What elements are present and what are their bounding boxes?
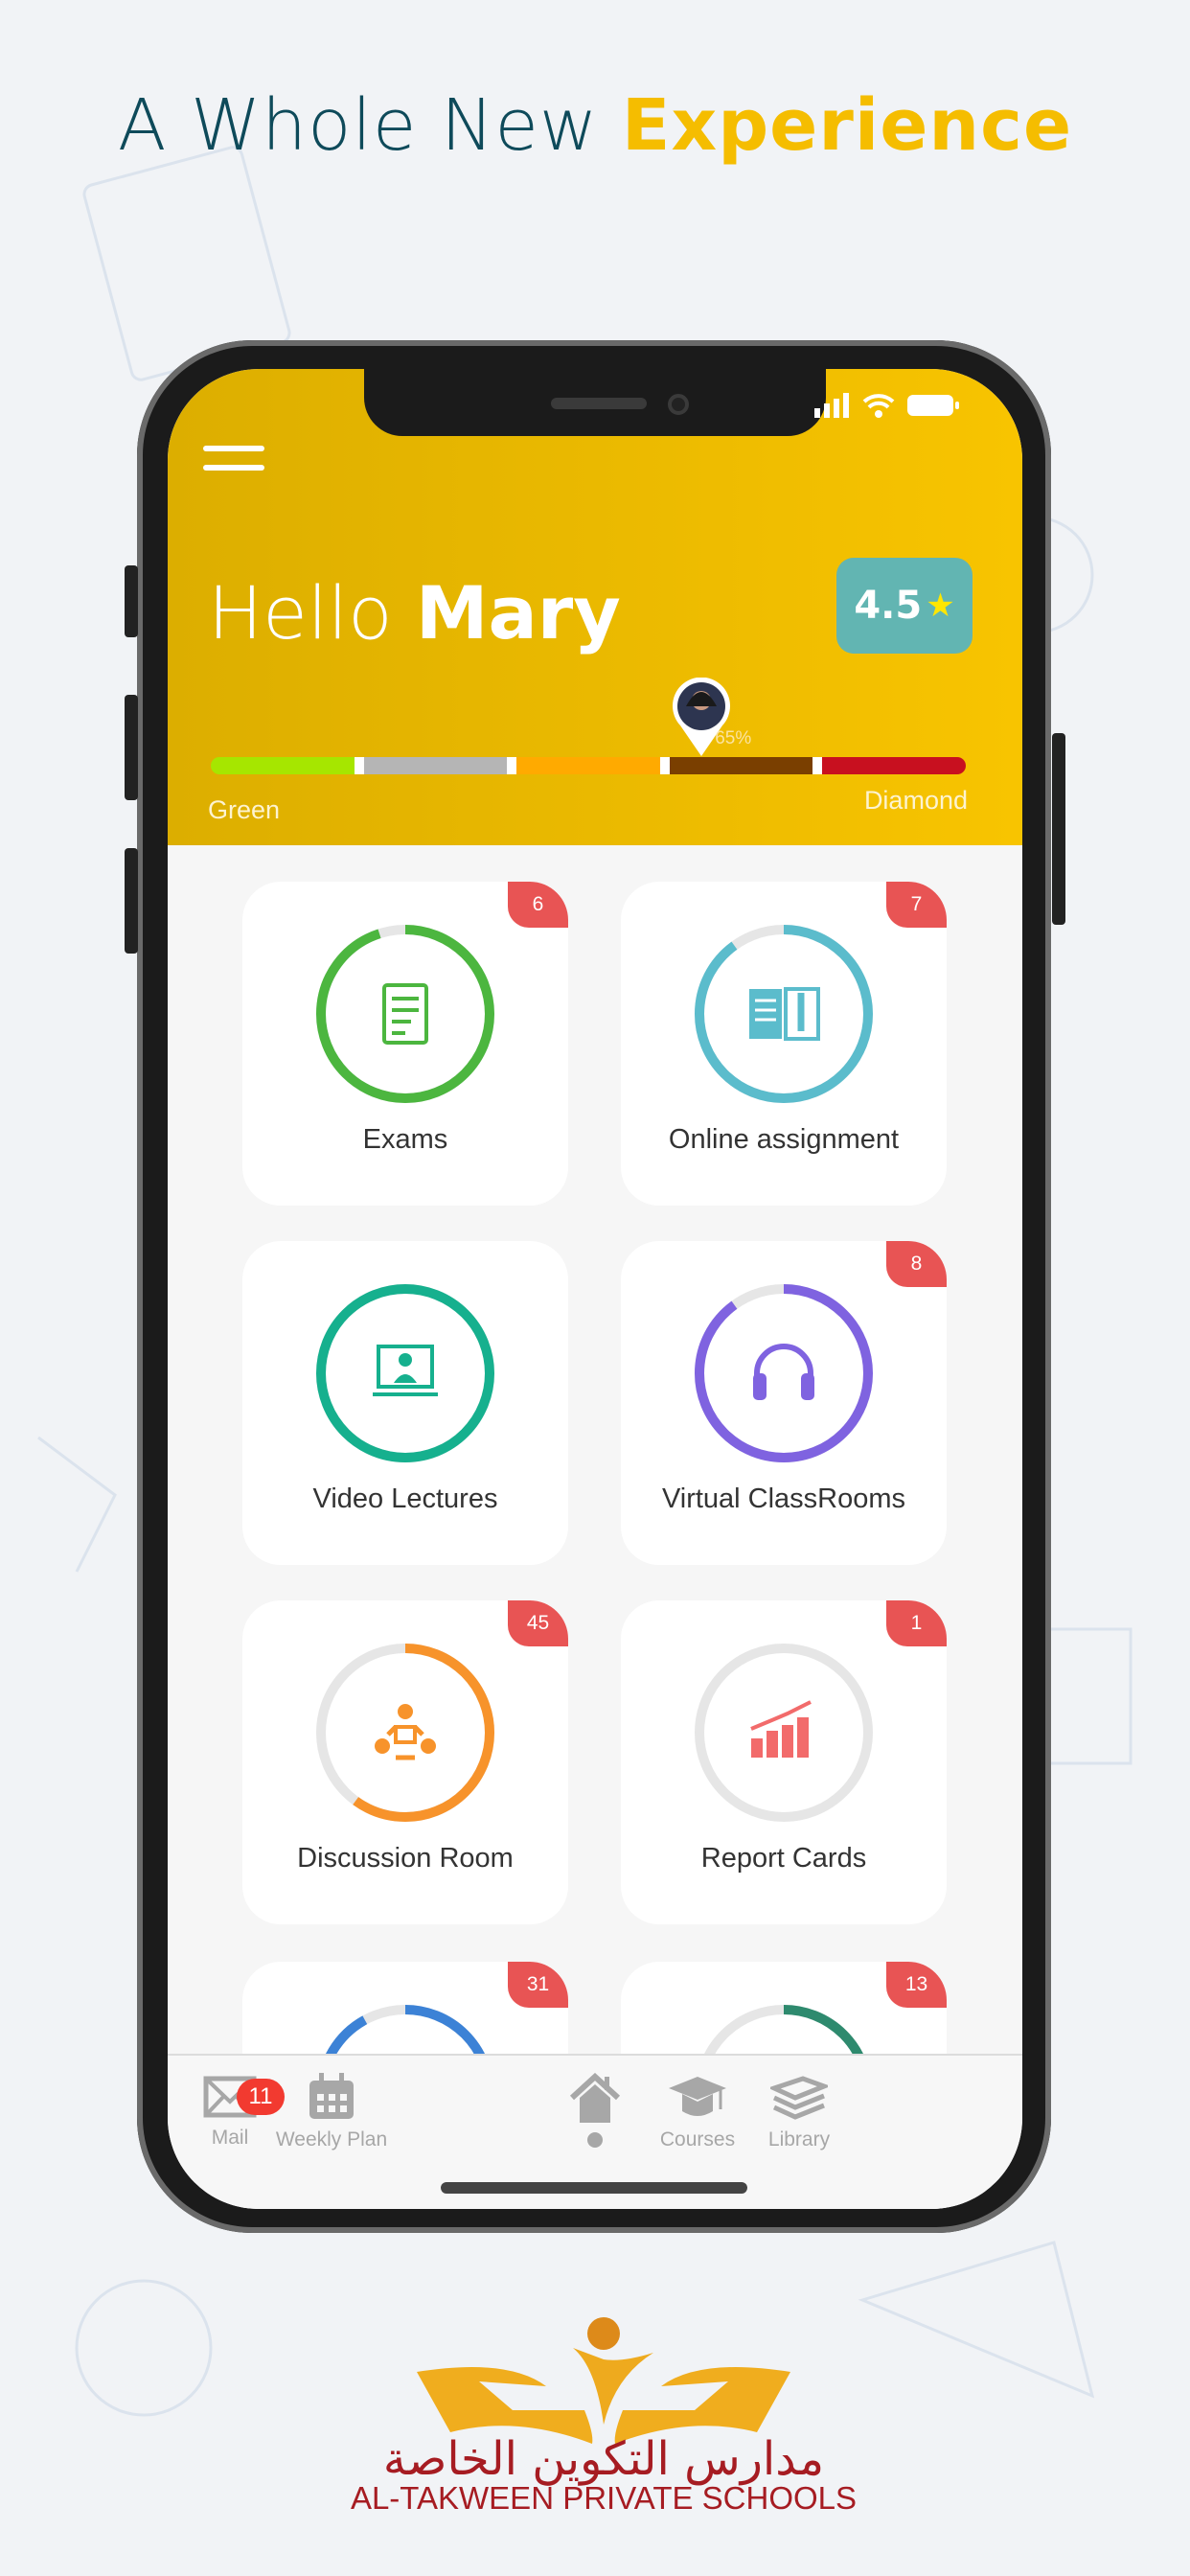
books-icon <box>770 2076 828 2120</box>
app-screen: Hello Mary 4.5 ★ 65% Green Diamond Exams … <box>168 369 1022 2209</box>
phone-side-button <box>125 848 138 954</box>
exam-checklist-icon <box>382 983 428 1045</box>
chart-growth-icon <box>750 1700 812 1758</box>
headphones-icon <box>753 1344 814 1400</box>
signal-icon <box>814 393 849 418</box>
tab-weekly-plan[interactable]: Weekly Plan <box>260 2073 403 2151</box>
level-segment <box>363 757 508 774</box>
card-label: Report Cards <box>700 1843 867 1874</box>
star-icon: ★ <box>926 586 955 625</box>
greeting: Hello Mary <box>208 570 621 656</box>
level-divider <box>659 757 670 774</box>
status-bar <box>814 393 960 418</box>
rating-badge: 4.5 ★ <box>836 558 973 654</box>
home-icon <box>569 2073 621 2123</box>
card-online-assignment[interactable]: Online assignment 7 <box>621 882 947 1206</box>
card-label: Discussion Room <box>297 1843 514 1874</box>
phone-side-button <box>125 565 138 637</box>
notification-badge: 6 <box>508 882 568 928</box>
level-divider <box>507 757 517 774</box>
calendar-icon <box>309 2073 354 2119</box>
headline: A Whole New Experience <box>117 84 1073 167</box>
card-label: Video Lectures <box>312 1484 498 1514</box>
header: Hello Mary 4.5 ★ 65% Green Diamond <box>168 369 1022 845</box>
school-name-english: AL-TAKWEEN PRIVATE SCHOOLS <box>350 2480 858 2516</box>
notification-badge: 13 <box>886 1962 947 2008</box>
wifi-icon <box>862 394 895 418</box>
level-start-label: Green <box>208 795 281 824</box>
bottom-tab-bar: Mail 11 Weekly Plan Courses Library <box>168 2054 1022 2209</box>
active-tab-dot <box>587 2132 603 2148</box>
battery-icon <box>907 395 959 416</box>
progress-ring <box>695 925 873 1103</box>
notification-badge: 1 <box>886 1600 947 1646</box>
school-name-arabic: مدارس التكوين الخاصة <box>382 2432 825 2486</box>
level-segment <box>822 757 966 774</box>
level-segment <box>516 757 660 774</box>
progress-ring <box>695 1644 873 1822</box>
notification-badge: 45 <box>508 1600 568 1646</box>
progress-ring <box>316 1284 494 1462</box>
menu-hamburger-icon[interactable] <box>203 446 264 482</box>
level-end-label: Diamond <box>863 786 968 815</box>
home-indicator[interactable] <box>441 2182 747 2194</box>
camera-icon <box>668 394 689 415</box>
level-progress-bar <box>211 757 966 774</box>
card-report-cards[interactable]: Report Cards 1 <box>621 1600 947 1924</box>
notch <box>364 369 826 436</box>
card-exams[interactable]: Exams 6 <box>242 882 568 1206</box>
discussion-group-icon <box>375 1704 436 1760</box>
tab-library[interactable]: Library <box>727 2073 871 2151</box>
level-segment <box>211 757 355 774</box>
card-video-lectures[interactable]: Video Lectures <box>242 1241 568 1565</box>
phone-side-button <box>125 695 138 800</box>
level-divider <box>812 757 823 774</box>
notification-badge: 8 <box>886 1241 947 1287</box>
phone-power-button <box>1052 733 1065 925</box>
progress-ring <box>316 925 494 1103</box>
graduation-cap-icon <box>669 2077 726 2116</box>
progress-ring <box>316 1644 494 1822</box>
video-lecture-icon <box>373 1345 438 1396</box>
card-label: Virtual ClassRooms <box>661 1484 906 1514</box>
level-segment <box>669 757 813 774</box>
level-divider <box>354 757 364 774</box>
notification-badge: 7 <box>886 882 947 928</box>
book-pencil-icon <box>749 987 820 1041</box>
progress-percent: 65% <box>715 728 752 748</box>
progress-ring <box>695 1284 873 1462</box>
card-discussion-room[interactable]: Discussion Room 45 <box>242 1600 568 1924</box>
notification-badge: 31 <box>508 1962 568 2008</box>
card-label: Online assignment <box>668 1124 900 1155</box>
card-label: Exams <box>362 1124 448 1155</box>
card-virtual-classrooms[interactable]: Virtual ClassRooms 8 <box>621 1241 947 1565</box>
